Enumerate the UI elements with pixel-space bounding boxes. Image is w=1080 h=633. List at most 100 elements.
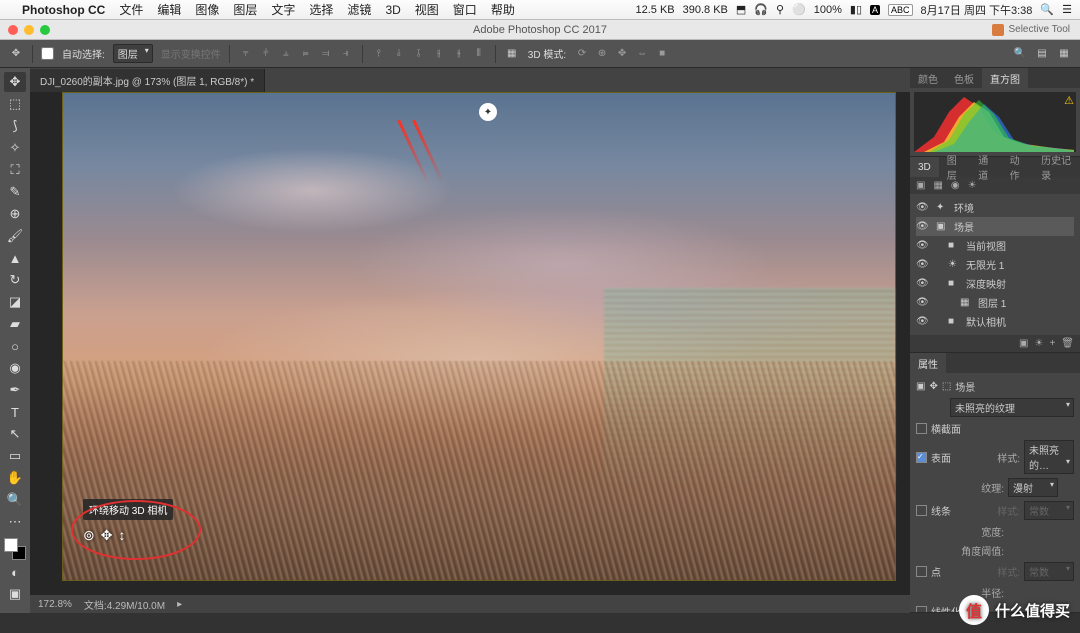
panels-icon[interactable]: ▦ bbox=[1056, 46, 1072, 62]
tree-row-0[interactable]: 👁✦环境 bbox=[916, 198, 1074, 217]
dist-left-icon[interactable]: ⫲ bbox=[431, 46, 447, 62]
tab-history[interactable]: 历史记录 bbox=[1033, 157, 1080, 177]
fg-color[interactable] bbox=[4, 538, 18, 552]
move-tool[interactable]: ✥ bbox=[4, 72, 26, 92]
menu-3d[interactable]: 3D bbox=[385, 3, 400, 17]
auto-select-checkbox[interactable] bbox=[41, 47, 54, 60]
tab-properties[interactable]: 属性 bbox=[910, 353, 946, 373]
pan-icon[interactable]: ✥ bbox=[614, 46, 630, 62]
auto-align-icon[interactable]: ▦ bbox=[504, 46, 520, 62]
tree-row-6[interactable]: 👁■默认相机 bbox=[916, 312, 1074, 331]
crosssection-checkbox[interactable] bbox=[916, 423, 927, 434]
wifi-icon[interactable]: ⚲ bbox=[776, 3, 784, 16]
visibility-icon[interactable]: 👁 bbox=[916, 240, 928, 251]
menu-edit[interactable]: 编辑 bbox=[157, 1, 181, 18]
tab-color[interactable]: 颜色 bbox=[910, 68, 946, 88]
visibility-icon[interactable]: 👁 bbox=[916, 202, 928, 213]
filter-light-icon[interactable]: ☀ bbox=[968, 180, 977, 191]
eraser-tool[interactable]: ◪ bbox=[4, 292, 26, 312]
dist-hcenter-icon[interactable]: ⫳ bbox=[451, 46, 467, 62]
visibility-icon[interactable]: 👁 bbox=[916, 278, 928, 289]
filter-scene-icon[interactable]: ▣ bbox=[916, 180, 925, 191]
visibility-icon[interactable]: 👁 bbox=[916, 297, 928, 308]
tree-row-2[interactable]: 👁■当前视图 bbox=[916, 236, 1074, 255]
brush-tool[interactable]: 🖌 bbox=[4, 226, 26, 246]
menu-select[interactable]: 选择 bbox=[309, 1, 333, 18]
style-dropdown[interactable]: 未照亮的… bbox=[1024, 440, 1074, 474]
bluetooth-icon[interactable]: ⚪ bbox=[792, 3, 806, 16]
color-swatch[interactable] bbox=[4, 538, 26, 560]
linearize-checkbox[interactable] bbox=[916, 606, 927, 613]
tree-row-5[interactable]: 👁▦图层 1 bbox=[916, 293, 1074, 312]
lines-checkbox[interactable] bbox=[916, 505, 927, 516]
dist-bottom-icon[interactable]: ⫱ bbox=[411, 46, 427, 62]
texture-dropdown[interactable]: 漫射 bbox=[1008, 478, 1058, 497]
lasso-tool[interactable]: ⟆ bbox=[4, 116, 26, 136]
tab-actions[interactable]: 动作 bbox=[1002, 157, 1033, 177]
zoom-readout[interactable]: 172.8% bbox=[38, 599, 72, 610]
app-name[interactable]: Photoshop CC bbox=[22, 3, 105, 17]
history-brush-tool[interactable]: ↻ bbox=[4, 270, 26, 290]
search-icon[interactable]: 🔍 bbox=[1012, 46, 1028, 62]
eyedropper-tool[interactable]: ✎ bbox=[4, 182, 26, 202]
align-vcenter-icon[interactable]: ⫩ bbox=[258, 46, 274, 62]
wand-tool[interactable]: ✧ bbox=[4, 138, 26, 158]
add-icon[interactable]: + bbox=[1049, 338, 1055, 349]
close-button[interactable] bbox=[8, 25, 18, 35]
menu-image[interactable]: 图像 bbox=[195, 1, 219, 18]
layer-dropdown[interactable]: 图层 bbox=[113, 44, 153, 63]
hand-tool[interactable]: ✋ bbox=[4, 468, 26, 488]
coord-icon[interactable]: ✥ bbox=[929, 381, 937, 392]
align-hcenter-icon[interactable]: ⫤ bbox=[318, 46, 334, 62]
minimize-button[interactable] bbox=[24, 25, 34, 35]
visibility-icon[interactable]: 👁 bbox=[916, 316, 928, 327]
visibility-icon[interactable]: 👁 bbox=[916, 221, 928, 232]
dropbox-icon[interactable]: ⬒ bbox=[736, 3, 746, 16]
dist-top-icon[interactable]: ⫯ bbox=[371, 46, 387, 62]
tab-swatches[interactable]: 色板 bbox=[946, 68, 982, 88]
menu-filter[interactable]: 滤镜 bbox=[347, 1, 371, 18]
tab-histogram[interactable]: 直方图 bbox=[982, 68, 1028, 88]
docsize-readout[interactable]: 文档:4.29M/10.0M bbox=[84, 597, 165, 612]
spotlight-icon[interactable]: 🔍 bbox=[1040, 3, 1054, 16]
roll-icon[interactable]: ⊕ bbox=[594, 46, 610, 62]
tab-3d[interactable]: 3D bbox=[910, 157, 939, 177]
align-right-icon[interactable]: ⫣ bbox=[338, 46, 354, 62]
filter-material-icon[interactable]: ◉ bbox=[951, 180, 960, 191]
input-badge-2[interactable]: ABC bbox=[888, 4, 913, 16]
trash-icon[interactable]: 🗑 bbox=[1061, 338, 1074, 349]
dodge-tool[interactable]: ◉ bbox=[4, 358, 26, 378]
tree-row-3[interactable]: 👁☀无限光 1 bbox=[916, 255, 1074, 274]
zoom-tool[interactable]: 🔍 bbox=[4, 490, 26, 510]
type-tool[interactable]: T bbox=[4, 402, 26, 422]
heal-tool[interactable]: ⊕ bbox=[4, 204, 26, 224]
slide-icon[interactable]: ⇔ bbox=[634, 46, 650, 62]
new-light-icon[interactable]: ☀ bbox=[1034, 338, 1043, 349]
status-chevron-icon[interactable]: ▸ bbox=[177, 599, 182, 610]
shape-tool[interactable]: ▭ bbox=[4, 446, 26, 466]
pen-tool[interactable]: ✒ bbox=[4, 380, 26, 400]
headphones-icon[interactable]: 🎧 bbox=[754, 3, 768, 16]
menu-type[interactable]: 文字 bbox=[271, 1, 295, 18]
edit-toolbar[interactable]: ⋯ bbox=[4, 512, 26, 532]
marquee-tool[interactable]: ⬚ bbox=[4, 94, 26, 114]
extension-panel[interactable]: Selective Tool bbox=[992, 24, 1070, 36]
blur-tool[interactable]: ○ bbox=[4, 336, 26, 356]
document-tab[interactable]: DJI_0260的副本.jpg @ 173% (图层 1, RGB/8*) * bbox=[30, 69, 265, 92]
menu-help[interactable]: 帮助 bbox=[491, 1, 515, 18]
menu-file[interactable]: 文件 bbox=[119, 1, 143, 18]
tree-row-4[interactable]: 👁■深度映射 bbox=[916, 274, 1074, 293]
menu-window[interactable]: 窗口 bbox=[453, 1, 477, 18]
canvas-3d-pivot[interactable]: ✦ bbox=[479, 103, 497, 121]
quickmask-tool[interactable]: ◐ bbox=[4, 562, 26, 582]
canvas[interactable]: ✦ 环绕移动 3D 相机 ⊚ ✥ ↕ bbox=[62, 92, 896, 581]
align-bottom-icon[interactable]: ⫨ bbox=[278, 46, 294, 62]
filter-mesh-icon[interactable]: ▦ bbox=[933, 180, 942, 191]
dist-vcenter-icon[interactable]: ⫰ bbox=[391, 46, 407, 62]
dist-right-icon[interactable]: ⫴ bbox=[471, 46, 487, 62]
tree-row-1[interactable]: 👁▣场景 bbox=[916, 217, 1074, 236]
points-checkbox[interactable] bbox=[916, 566, 927, 577]
preset-dropdown[interactable]: 未照亮的纹理 bbox=[950, 398, 1074, 417]
clock[interactable]: 8月17日 周四 下午3:38 bbox=[921, 2, 1033, 18]
input-badge[interactable]: A bbox=[870, 5, 880, 15]
